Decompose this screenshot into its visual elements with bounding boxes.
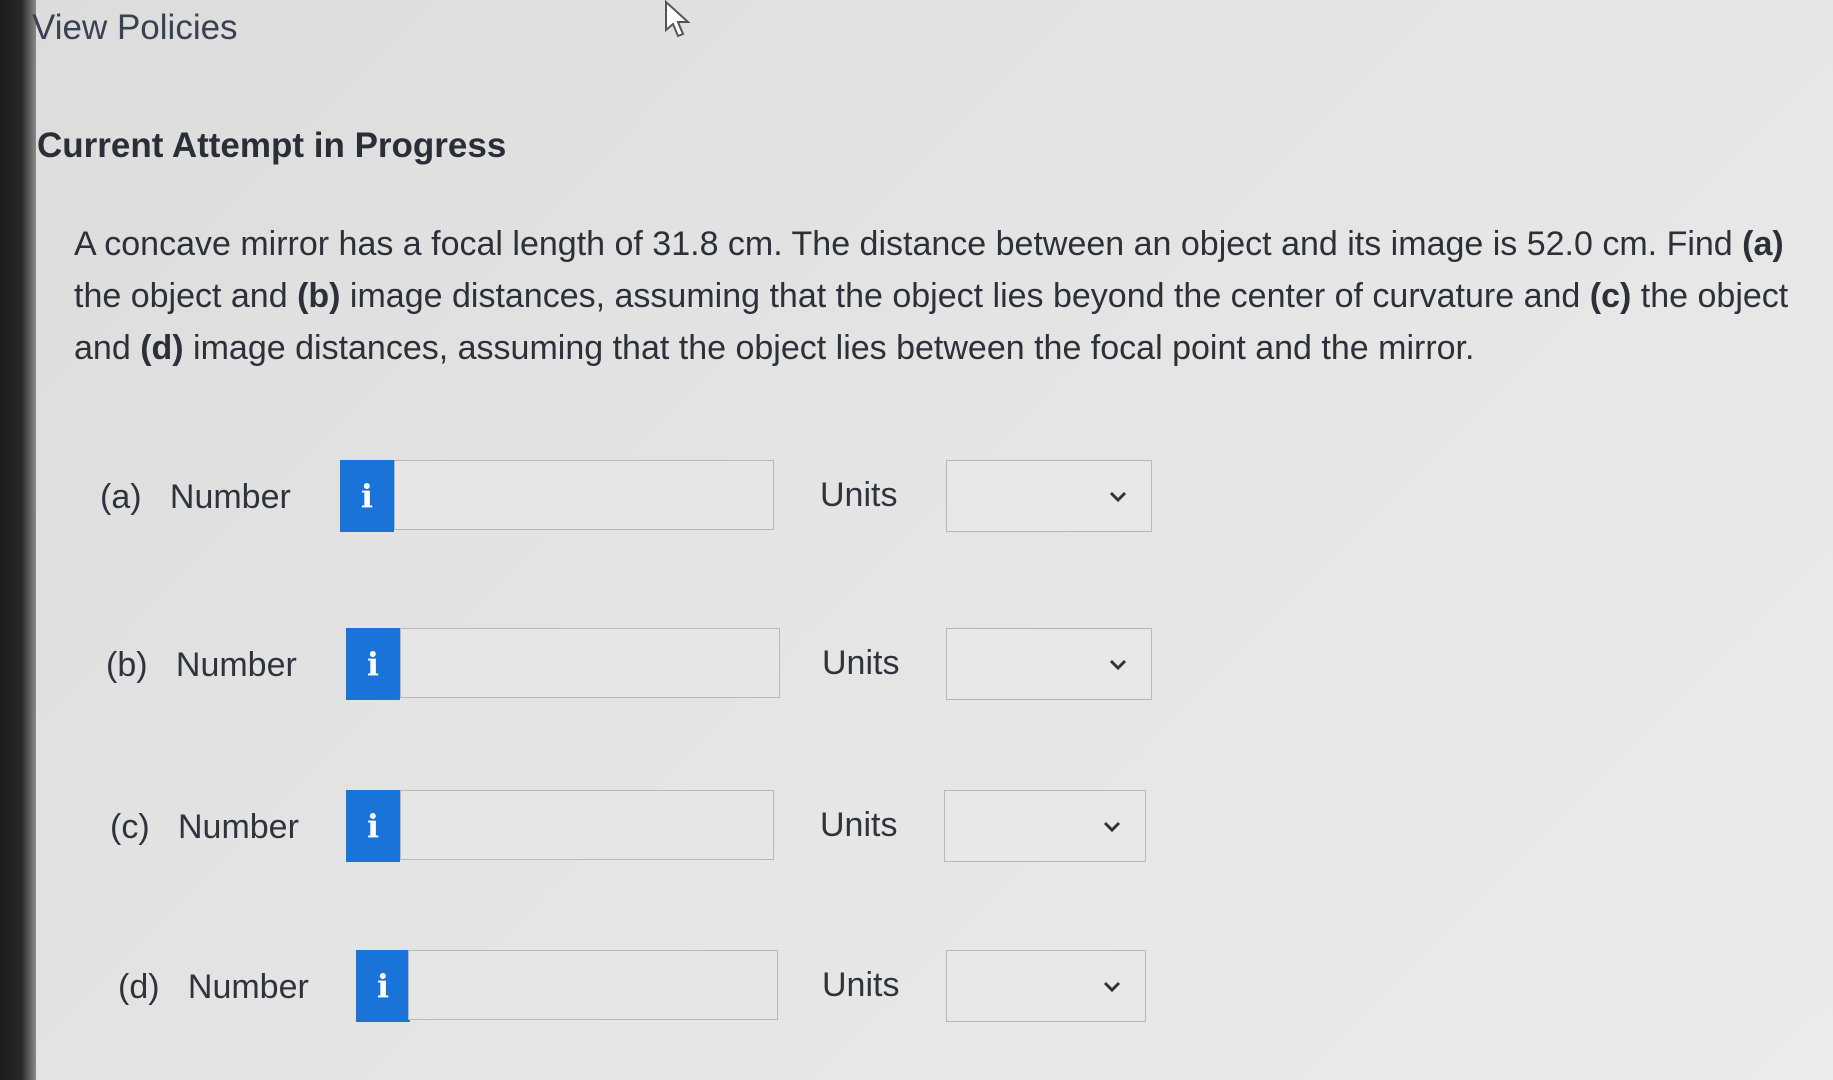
question-segment: (b)	[297, 277, 341, 315]
answer-row-c: (c) Number i Units	[0, 790, 1833, 866]
info-icon[interactable]: i	[346, 628, 400, 700]
answer-row-b: (b) Number i Units	[0, 628, 1833, 704]
part-c-label: (c) Number	[110, 808, 299, 846]
units-select-d[interactable]	[946, 950, 1146, 1022]
units-label-b: Units	[822, 644, 900, 682]
chevron-down-icon	[1109, 659, 1127, 671]
part-d-label: (d) Number	[118, 968, 309, 1006]
question-segment: (c)	[1589, 277, 1632, 315]
info-icon[interactable]: i	[340, 460, 394, 532]
units-label-a: Units	[820, 476, 898, 514]
question-segment: A concave mirror has a focal length of 3…	[74, 225, 1743, 263]
question-segment: (d)	[140, 329, 184, 367]
screen-bezel	[0, 0, 36, 1080]
number-input-d[interactable]	[408, 950, 778, 1020]
question-segment: the object and	[74, 277, 298, 315]
page-heading: Current Attempt in Progress	[37, 126, 507, 165]
part-b-label: (b) Number	[106, 646, 297, 684]
question-segment: image distances, assuming that the objec…	[183, 329, 1475, 367]
units-label-d: Units	[822, 966, 900, 1004]
view-policies-link[interactable]: View Policies	[32, 8, 238, 48]
units-select-b[interactable]	[946, 628, 1152, 700]
units-select-a[interactable]	[946, 460, 1152, 532]
units-label-c: Units	[820, 806, 898, 844]
answer-row-a: (a) Number i Units	[0, 460, 1833, 536]
chevron-down-icon	[1103, 981, 1121, 993]
chevron-down-icon	[1109, 491, 1127, 503]
number-input-a[interactable]	[394, 460, 774, 530]
answer-row-d: (d) Number i Units	[0, 950, 1833, 1026]
units-select-c[interactable]	[944, 790, 1146, 862]
number-input-c[interactable]	[400, 790, 774, 860]
question-segment: (a)	[1742, 225, 1784, 263]
question-text: A concave mirror has a focal length of 3…	[74, 218, 1794, 374]
question-segment: image distances, assuming that the objec…	[340, 277, 1590, 315]
mouse-cursor-icon	[665, 0, 691, 38]
part-a-label: (a) Number	[100, 478, 291, 516]
number-input-b[interactable]	[400, 628, 780, 698]
info-icon[interactable]: i	[356, 950, 410, 1022]
info-icon[interactable]: i	[346, 790, 400, 862]
chevron-down-icon	[1103, 821, 1121, 833]
